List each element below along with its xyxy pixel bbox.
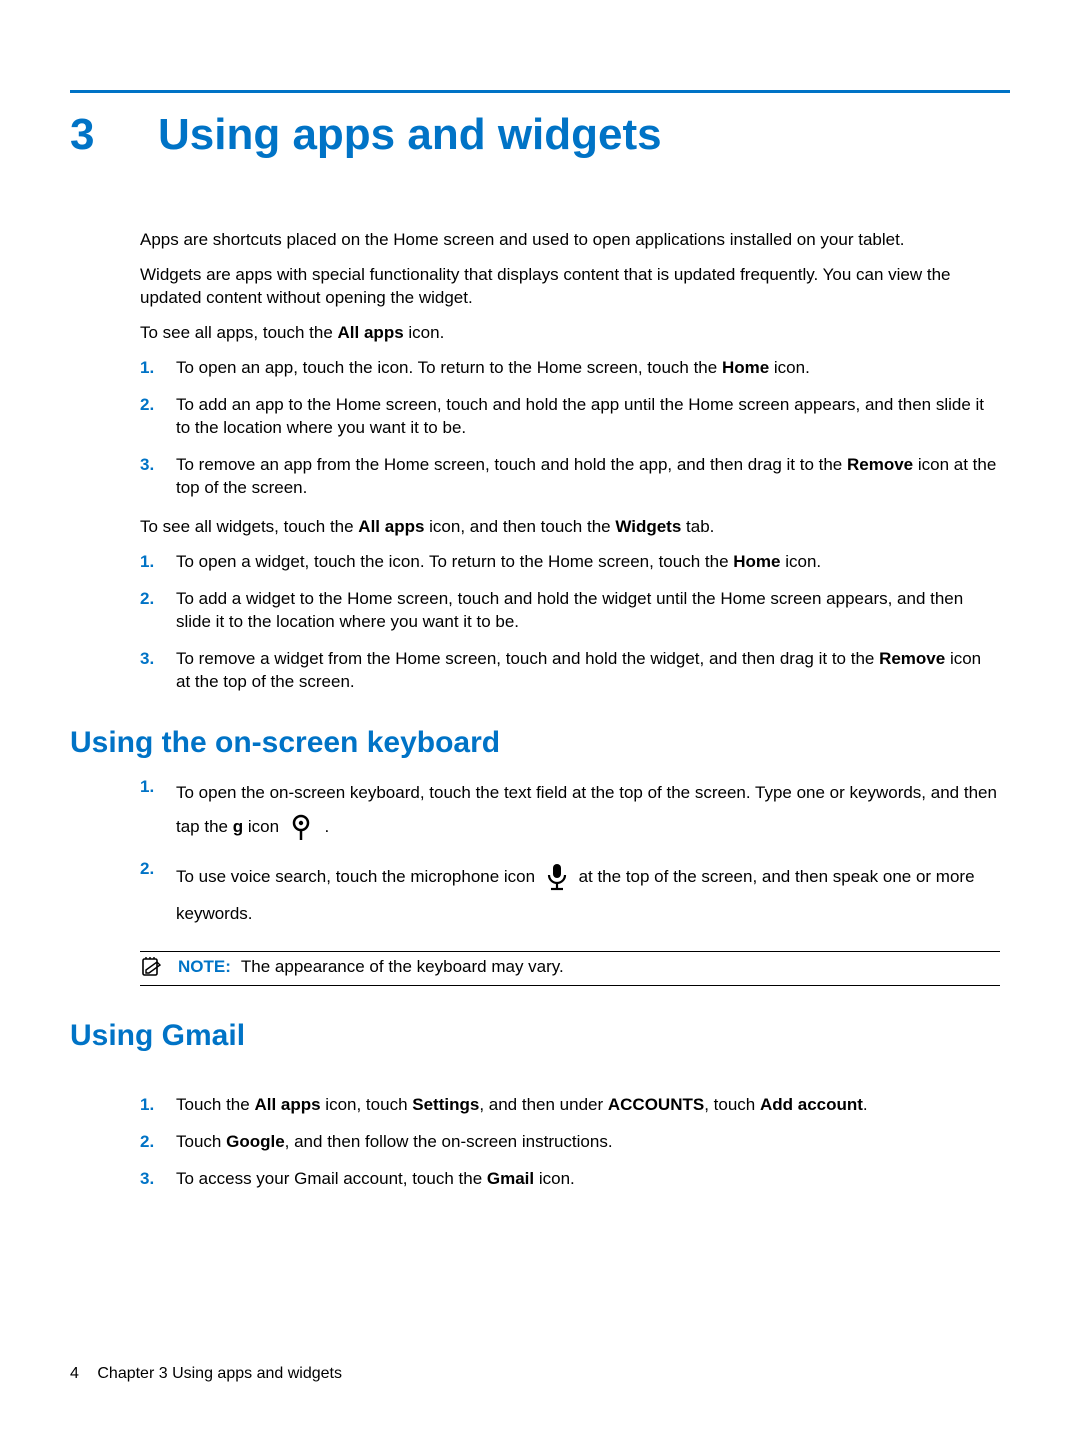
paragraph: To see all apps, touch the All apps icon… — [140, 322, 1000, 345]
text-bold: ACCOUNTS — [608, 1095, 704, 1114]
text-bold: Settings — [412, 1095, 479, 1114]
text: To see all apps, touch the — [140, 323, 338, 342]
list-item: 1. To open the on-screen keyboard, touch… — [140, 776, 1000, 844]
text-bold: Home — [733, 552, 780, 571]
spacer — [140, 1068, 1000, 1086]
chapter-heading: 3 Using apps and widgets — [70, 111, 1010, 159]
text: Touch — [176, 1132, 226, 1151]
text: icon. — [780, 552, 821, 571]
list-text: Touch the All apps icon, touch Settings,… — [176, 1094, 1000, 1117]
list-item: 2. Touch Google, and then follow the on-… — [140, 1131, 1000, 1154]
list-text: To use voice search, touch the microphon… — [176, 858, 1000, 933]
ordered-list: 1. To open the on-screen keyboard, touch… — [140, 776, 1000, 933]
list-item: 1. To open a widget, touch the icon. To … — [140, 551, 1000, 574]
text: icon, touch — [321, 1095, 413, 1114]
list-item: 2. To use voice search, touch the microp… — [140, 858, 1000, 933]
list-marker: 3. — [140, 648, 176, 671]
footer-chapter-label: Chapter 3 Using apps and widgets — [97, 1365, 342, 1382]
list-text: To open the on-screen keyboard, touch th… — [176, 776, 1000, 844]
text: To open a widget, touch the icon. To ret… — [176, 552, 733, 571]
list-text: To open a widget, touch the icon. To ret… — [176, 551, 1000, 574]
text: icon. — [769, 358, 810, 377]
chapter-title: Using apps and widgets — [158, 111, 662, 159]
text: , touch — [704, 1095, 760, 1114]
list-text: Touch Google, and then follow the on-scr… — [176, 1131, 1000, 1154]
note-label: NOTE: — [178, 956, 231, 979]
page-footer: 4 Chapter 3 Using apps and widgets — [70, 1363, 1010, 1385]
list-marker: 1. — [140, 551, 176, 574]
paragraph: Widgets are apps with special functional… — [140, 264, 1000, 310]
text: To use voice search, touch the microphon… — [176, 867, 540, 886]
text: tab. — [681, 517, 714, 536]
section-heading-gmail: Using Gmail — [70, 1016, 1000, 1057]
text: icon, and then touch the — [424, 517, 615, 536]
body-content: Apps are shortcuts placed on the Home sc… — [140, 229, 1000, 1191]
text-bold: Remove — [879, 649, 945, 668]
text: To see all widgets, touch the — [140, 517, 358, 536]
list-item: 2. To add an app to the Home screen, tou… — [140, 394, 1000, 440]
list-marker: 2. — [140, 588, 176, 611]
text-bold: Widgets — [615, 517, 681, 536]
text-bold: All apps — [254, 1095, 320, 1114]
section-heading-keyboard: Using the on-screen keyboard — [70, 723, 1000, 764]
text-bold: All apps — [338, 323, 404, 342]
list-marker: 2. — [140, 858, 176, 881]
top-rule — [70, 90, 1010, 93]
text-bold: Gmail — [487, 1169, 534, 1188]
list-marker: 1. — [140, 776, 176, 799]
text: icon. — [404, 323, 445, 342]
list-marker: 3. — [140, 1168, 176, 1191]
magnifier-icon — [290, 813, 314, 841]
list-item: 2. To add a widget to the Home screen, t… — [140, 588, 1000, 634]
text: Touch the — [176, 1095, 254, 1114]
list-marker: 2. — [140, 394, 176, 417]
text-bold: Remove — [847, 455, 913, 474]
text: . — [863, 1095, 868, 1114]
list-item: 3. To remove an app from the Home screen… — [140, 454, 1000, 500]
text-bold: g — [233, 817, 243, 836]
text: , and then under — [479, 1095, 608, 1114]
list-marker: 2. — [140, 1131, 176, 1154]
list-text: To add a widget to the Home screen, touc… — [176, 588, 1000, 634]
list-marker: 1. — [140, 357, 176, 380]
ordered-list: 1. To open an app, touch the icon. To re… — [140, 357, 1000, 500]
page-number: 4 — [70, 1365, 79, 1382]
document-page: 3 Using apps and widgets Apps are shortc… — [0, 0, 1080, 1437]
list-text: To remove an app from the Home screen, t… — [176, 454, 1000, 500]
list-text: To remove a widget from the Home screen,… — [176, 648, 1000, 694]
list-text: To add an app to the Home screen, touch … — [176, 394, 1000, 440]
note-icon — [140, 956, 162, 978]
text: To remove a widget from the Home screen,… — [176, 649, 879, 668]
chapter-number: 3 — [70, 113, 118, 157]
list-marker: 1. — [140, 1094, 176, 1117]
text-bold: Add account — [760, 1095, 863, 1114]
text: To open an app, touch the icon. To retur… — [176, 358, 722, 377]
list-text: To access your Gmail account, touch the … — [176, 1168, 1000, 1191]
text: icon — [243, 817, 284, 836]
text-bold: Google — [226, 1132, 285, 1151]
paragraph: Apps are shortcuts placed on the Home sc… — [140, 229, 1000, 252]
text: icon. — [534, 1169, 575, 1188]
list-item: 1. To open an app, touch the icon. To re… — [140, 357, 1000, 380]
paragraph: To see all widgets, touch the All apps i… — [140, 516, 1000, 539]
list-text: To open an app, touch the icon. To retur… — [176, 357, 1000, 380]
list-item: 3. To remove a widget from the Home scre… — [140, 648, 1000, 694]
text: To access your Gmail account, touch the — [176, 1169, 487, 1188]
note-block: NOTE: The appearance of the keyboard may… — [140, 951, 1000, 986]
ordered-list: 1. Touch the All apps icon, touch Settin… — [140, 1094, 1000, 1191]
note-text: The appearance of the keyboard may vary. — [241, 956, 564, 979]
ordered-list: 1. To open a widget, touch the icon. To … — [140, 551, 1000, 694]
list-marker: 3. — [140, 454, 176, 477]
text-bold: All apps — [358, 517, 424, 536]
list-item: 1. Touch the All apps icon, touch Settin… — [140, 1094, 1000, 1117]
text: . — [324, 817, 329, 836]
text: , and then follow the on-screen instruct… — [285, 1132, 613, 1151]
list-item: 3. To access your Gmail account, touch t… — [140, 1168, 1000, 1191]
microphone-icon — [546, 863, 568, 891]
text: To remove an app from the Home screen, t… — [176, 455, 847, 474]
text-bold: Home — [722, 358, 769, 377]
